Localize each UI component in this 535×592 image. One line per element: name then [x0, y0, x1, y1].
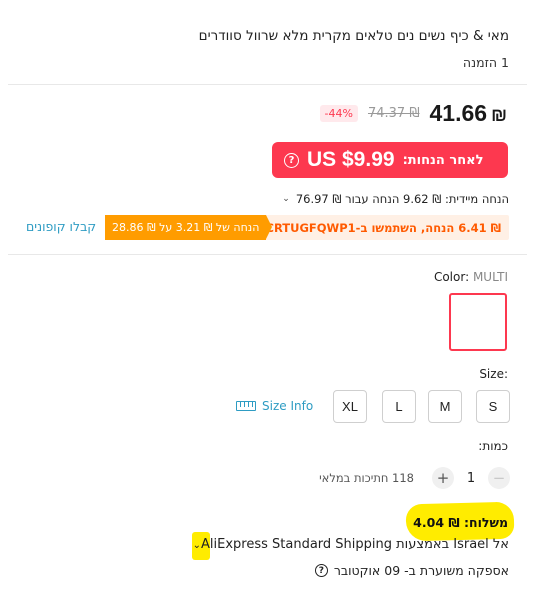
original-price: 74.37 ₪ [367, 106, 420, 121]
instant-discount-toggle[interactable]: ⌄ הנחה מיידית: ₪ 9.62 הנחה עבור ₪ 76.97 [282, 192, 509, 206]
divider [8, 254, 527, 255]
help-icon[interactable]: ? [314, 564, 328, 577]
orders-count: 1 הזמנה [462, 55, 509, 70]
instant-discount-text: הנחה מיידית: ₪ 9.62 הנחה עבור ₪ 76.97 [295, 192, 509, 206]
chevron-down-icon: ⌄ [192, 540, 201, 551]
estimated-delivery: אספקה משוערת ב- 09 אוקטובר ? [314, 563, 509, 578]
size-option-l[interactable]: L [382, 390, 416, 423]
divider [8, 84, 527, 85]
shipping-method-text: אל Israel באמצעות AliExpress Standard Sh… [201, 537, 509, 552]
increase-quantity-button[interactable]: + [432, 467, 454, 489]
current-price-value: 41.66 [429, 100, 488, 126]
current-price: 41.66 ₪ [430, 100, 507, 127]
after-discount-label: לאחר הנחות: [402, 152, 484, 168]
quantity-label: כמות: [478, 439, 508, 453]
after-discount-banner[interactable]: ? US $9.99 לאחר הנחות: [272, 142, 508, 178]
after-discount-amount: US $9.99 [307, 148, 395, 171]
chevron-down-icon: ⌄ [282, 194, 290, 204]
coupon-code-offer[interactable]: ₪ 6.41 הנחה, השתמשו ב-SACRTUGFQWP1 [240, 215, 509, 240]
product-title: מאי & כיף נשים נים טלאים מקרית מלא שרוול… [198, 28, 509, 44]
price-row: -44% 74.37 ₪ 41.66 ₪ [319, 100, 507, 127]
quantity-value[interactable]: 1 [464, 471, 478, 486]
decrease-quantity-button[interactable]: − [488, 467, 510, 489]
color-label: Color: MULTI [434, 270, 508, 284]
store-coupon-offer[interactable]: הנחה של ₪ 3.21 על ₪ 28.86 [105, 215, 273, 240]
color-swatch-multi[interactable] [449, 293, 507, 351]
shipping-method-selector[interactable]: אל Israel באמצעות AliExpress Standard Sh… [192, 537, 509, 552]
help-icon[interactable]: ? [284, 152, 299, 168]
get-coupons-link[interactable]: קבלו קופונים [26, 219, 96, 234]
ruler-icon [236, 401, 256, 411]
color-value: MULTI [472, 270, 508, 284]
size-label: Size: [479, 367, 508, 381]
size-info-label: Size Info [262, 399, 314, 413]
shipping-cost: משלוח: ₪ 4.04 [413, 515, 508, 530]
stock-availability: 118 חתיכות במלאי [319, 471, 414, 485]
size-info-link[interactable]: Size Info [236, 399, 313, 413]
quantity-stepper: − 1 + 118 חתיכות במלאי [319, 467, 510, 489]
discount-badge: -44% [319, 105, 358, 122]
color-label-text: Color: [433, 270, 470, 284]
size-option-xl[interactable]: XL [333, 390, 367, 423]
size-option-s[interactable]: S [476, 390, 510, 423]
size-option-m[interactable]: M [428, 390, 462, 423]
delivery-text: אספקה משוערת ב- 09 אוקטובר [333, 563, 509, 578]
currency-symbol: ₪ [491, 105, 507, 125]
